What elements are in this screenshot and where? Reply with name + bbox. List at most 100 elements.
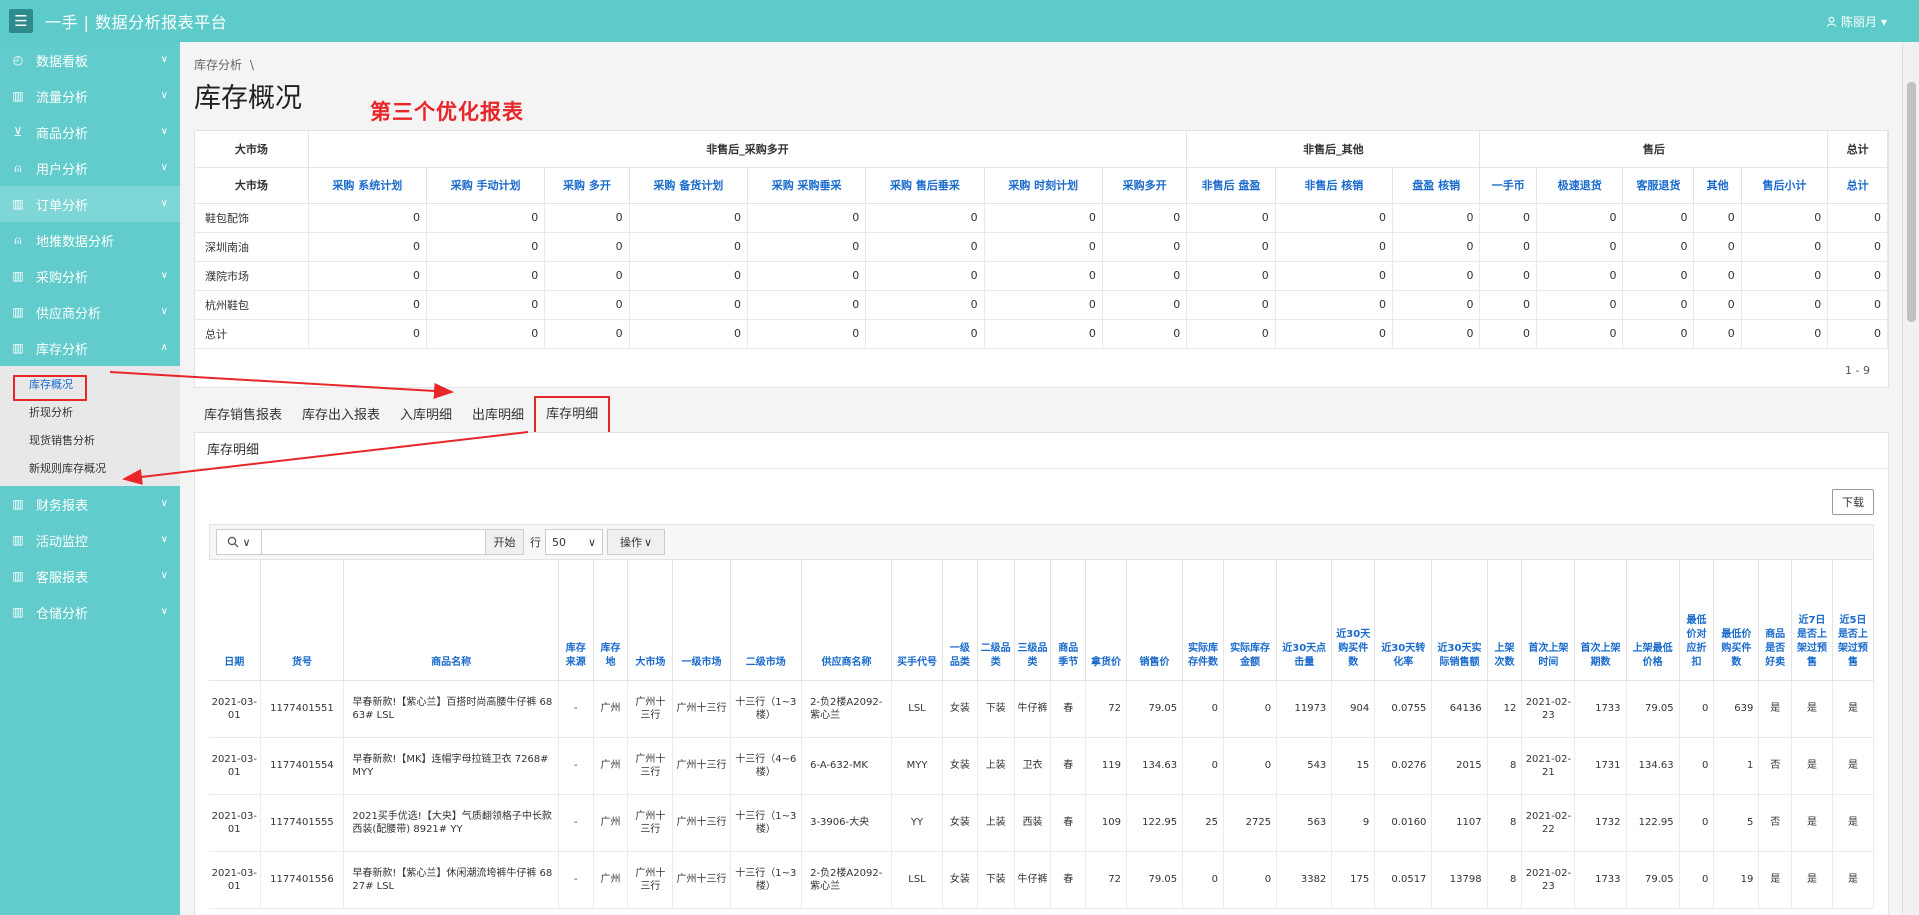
column-header[interactable]: 供应商名称 bbox=[801, 560, 892, 681]
column-header[interactable]: 一手币 bbox=[1479, 167, 1538, 204]
column-header[interactable]: 采购 时刻计划 bbox=[984, 167, 1103, 204]
tab-outbound-detail[interactable]: 出库明细 bbox=[462, 398, 534, 434]
sidebar-item-warehouse[interactable]: ▥ 仓储分析 ∨ bbox=[0, 594, 180, 630]
column-header[interactable]: 采购 多开 bbox=[544, 167, 630, 204]
table-cell: 0 bbox=[1479, 319, 1538, 349]
user-menu[interactable]: 陈丽月 ▾ bbox=[1826, 13, 1887, 30]
sidebar-item-product[interactable]: ⊻ 商品分析 ∨ bbox=[0, 114, 180, 150]
column-header[interactable]: 采购多开 bbox=[1102, 167, 1188, 204]
column-header[interactable]: 近30天点击量 bbox=[1276, 560, 1333, 681]
sidebar-item-order[interactable]: ▥ 订单分析 ∨ bbox=[0, 186, 180, 222]
column-header[interactable]: 非售后 盘盈 bbox=[1186, 167, 1276, 204]
scrollbar-thumb[interactable] bbox=[1907, 82, 1916, 322]
detail-table-wrap: 日期 货号 商品名称 库存来源 库存地 大市场 一级市场 二级市场 供应商名称 买手代号 一级品类二… bbox=[209, 560, 1874, 915]
table-cell: 2021-02-23 bbox=[1521, 851, 1576, 909]
tab-inventory-sales[interactable]: 库存销售报表 bbox=[194, 398, 292, 434]
column-header[interactable]: 上架次数 bbox=[1487, 560, 1523, 681]
sidebar-item-ground[interactable]: ⍝ 地推数据分析 bbox=[0, 222, 180, 258]
sidebar-item-label: 仓储分析 bbox=[36, 606, 89, 622]
column-header[interactable]: 采购 手动计划 bbox=[426, 167, 546, 204]
column-header[interactable]: 盘盈 核销 bbox=[1392, 167, 1481, 204]
actions-menu[interactable]: 操作 ∨ bbox=[607, 529, 665, 555]
column-header[interactable]: 拿货价 bbox=[1085, 560, 1127, 681]
column-header[interactable]: 二级品类 bbox=[977, 560, 1015, 681]
search-input[interactable] bbox=[262, 529, 486, 555]
table-cell: 0 bbox=[984, 203, 1103, 233]
column-header[interactable]: 极速退货 bbox=[1536, 167, 1624, 204]
table-row: 杭州鞋包 0 0 0 0 0 0 0 0 0 0 0 0 0 0 0 0 0 bbox=[195, 290, 1888, 320]
column-header[interactable]: 最低价对应折扣 bbox=[1679, 560, 1715, 681]
column-header[interactable]: 大市场 bbox=[195, 167, 309, 204]
column-header[interactable]: 一级市场 bbox=[672, 560, 731, 681]
column-header[interactable]: 首次上架时间 bbox=[1521, 560, 1576, 681]
table-cell: 0.0517 bbox=[1374, 851, 1433, 909]
table-cell: 0 bbox=[747, 232, 867, 262]
column-header[interactable]: 三级品类 bbox=[1014, 560, 1052, 681]
column-header[interactable]: 销售价 bbox=[1126, 560, 1184, 681]
column-header[interactable]: 近30天购买件数 bbox=[1331, 560, 1376, 681]
column-header[interactable]: 其他 bbox=[1693, 167, 1742, 204]
table-cell: 广州十三行 bbox=[627, 851, 674, 909]
column-header[interactable]: 采购 采购垂采 bbox=[747, 167, 867, 204]
table-cell: 0 bbox=[1479, 203, 1538, 233]
column-header[interactable]: 商品季节 bbox=[1050, 560, 1087, 681]
table-cell: 0 bbox=[544, 290, 630, 320]
column-header[interactable]: 买手代号 bbox=[891, 560, 944, 681]
sidebar-item-service[interactable]: ▥ 客服报表 ∨ bbox=[0, 558, 180, 594]
chevron-down-icon: ∨ bbox=[160, 270, 168, 281]
sidebar-item-finance[interactable]: ▥ 财务报表 ∨ bbox=[0, 486, 180, 522]
tab-inbound-detail[interactable]: 入库明细 bbox=[390, 398, 462, 434]
column-header[interactable]: 上架最低价格 bbox=[1626, 560, 1680, 681]
column-header[interactable]: 日期 bbox=[209, 560, 261, 681]
column-header[interactable]: 商品名称 bbox=[343, 560, 559, 681]
tab-inventory-detail[interactable]: 库存明细 bbox=[534, 396, 611, 434]
column-header[interactable]: 客服退货 bbox=[1622, 167, 1695, 204]
sidebar-item-supplier[interactable]: ▥ 供应商分析 ∨ bbox=[0, 294, 180, 330]
sidebar-item-label: 库存分析 bbox=[36, 342, 89, 358]
sidebar-item-user[interactable]: ⍝ 用户分析 ∨ bbox=[0, 150, 180, 186]
column-header[interactable]: 采购 备货计划 bbox=[629, 167, 748, 204]
column-header[interactable]: 采购 售后垂采 bbox=[865, 167, 985, 204]
column-header[interactable]: 近5日是否上架过预售 bbox=[1832, 560, 1874, 681]
sidebar-item-traffic[interactable]: ▥ 流量分析 ∨ bbox=[0, 78, 180, 114]
column-header[interactable]: 售后小计 bbox=[1741, 167, 1829, 204]
column-header[interactable]: 二级市场 bbox=[730, 560, 803, 681]
column-header[interactable]: 实际库存件数 bbox=[1182, 560, 1224, 681]
sidebar-item-activity[interactable]: ▥ 活动监控 ∨ bbox=[0, 522, 180, 558]
subnav-new-rule-inventory[interactable]: 新规则库存概况 bbox=[0, 454, 180, 482]
tab-inventory-inout[interactable]: 库存出入报表 bbox=[292, 398, 390, 434]
download-button[interactable]: 下载 bbox=[1832, 489, 1874, 515]
sidebar-item-inventory[interactable]: ▥ 库存分析 ∧ bbox=[0, 330, 180, 366]
column-header[interactable]: 商品是否好卖 bbox=[1758, 560, 1793, 681]
sidebar-item-dashboard[interactable]: ◴ 数据看板 ∨ bbox=[0, 42, 180, 78]
column-header[interactable]: 总计 bbox=[1827, 167, 1888, 204]
column-header[interactable]: 非售后 核销 bbox=[1275, 167, 1394, 204]
column-header[interactable]: 实际库存金额 bbox=[1223, 560, 1278, 681]
table-cell: 广州 bbox=[593, 680, 629, 738]
column-header[interactable]: 近7日是否上架过预售 bbox=[1791, 560, 1833, 681]
column-header[interactable]: 采购 系统计划 bbox=[308, 167, 427, 204]
page-scrollbar[interactable] bbox=[1902, 42, 1919, 915]
column-header[interactable]: 大市场 bbox=[627, 560, 674, 681]
subnav-spot-sales[interactable]: 现货销售分析 bbox=[0, 426, 180, 454]
column-header[interactable]: 库存地 bbox=[593, 560, 629, 681]
column-header[interactable]: 最低价购买件数 bbox=[1713, 560, 1760, 681]
table-cell: 0 bbox=[1536, 203, 1624, 233]
column-header[interactable]: 近30天实际销售额 bbox=[1431, 560, 1488, 681]
table-cell: 0 bbox=[1536, 232, 1624, 262]
column-header[interactable]: 货号 bbox=[260, 560, 345, 681]
rows-select[interactable]: 50 ∨ bbox=[545, 529, 603, 555]
table-row: 深圳南油 0 0 0 0 0 0 0 0 0 0 0 0 0 0 0 0 0 bbox=[195, 232, 1888, 262]
breadcrumb-item[interactable]: 库存分析 bbox=[194, 58, 242, 72]
chevron-down-icon: ∨ bbox=[160, 54, 168, 65]
column-header[interactable]: 一级品类 bbox=[942, 560, 978, 681]
go-button[interactable]: 开始 bbox=[486, 529, 524, 555]
column-header[interactable]: 库存来源 bbox=[558, 560, 594, 681]
menu-toggle-icon[interactable]: ☰ bbox=[9, 9, 33, 33]
search-column-select[interactable]: ∨ bbox=[216, 529, 262, 555]
bar-chart-icon: ▥ bbox=[12, 197, 24, 211]
sidebar-item-purchase[interactable]: ▥ 采购分析 ∨ bbox=[0, 258, 180, 294]
column-header[interactable]: 近30天转化率 bbox=[1374, 560, 1433, 681]
subnav-discount-analysis[interactable]: 折现分析 bbox=[0, 398, 180, 426]
column-header[interactable]: 首次上架期数 bbox=[1574, 560, 1627, 681]
